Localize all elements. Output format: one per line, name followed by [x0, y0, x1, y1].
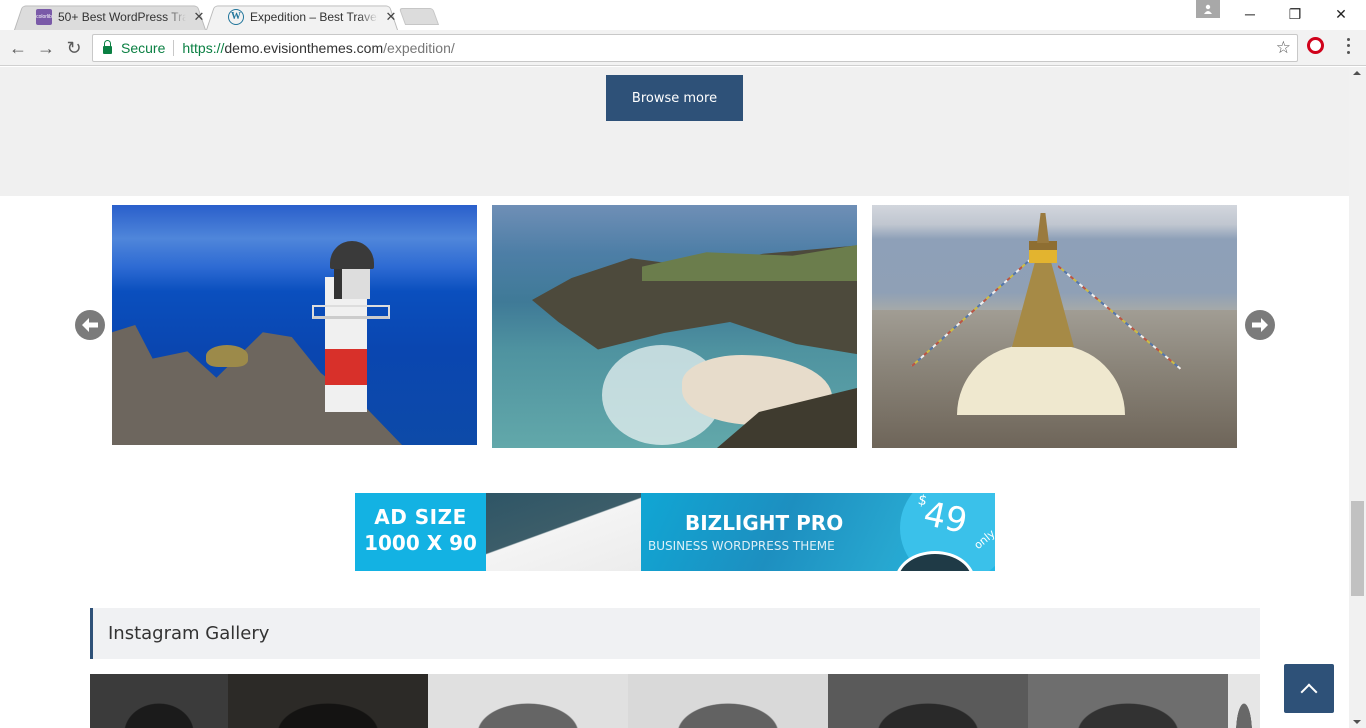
user-icon	[1204, 4, 1212, 14]
tab-expedition[interactable]: W Expedition – Best Travel & ✕	[206, 3, 398, 31]
arrow-left-icon	[82, 318, 98, 332]
url-host: demo.evisionthemes.com	[224, 40, 384, 56]
tab-colorlib[interactable]: colorlib 50+ Best WordPress Travel ✕	[14, 3, 206, 31]
ad-subtitle: BUSINESS WORDPRESS THEME	[648, 539, 835, 553]
lock-icon	[103, 40, 112, 54]
browse-section: Browse more	[0, 67, 1349, 196]
carousel-prev-button[interactable]	[75, 310, 105, 340]
carousel-next-button[interactable]	[1245, 310, 1275, 340]
reload-button[interactable]: ↻	[62, 36, 86, 60]
page-scrollbar[interactable]	[1349, 67, 1366, 728]
ad-price-value: 49	[920, 493, 971, 542]
page-viewport: Browse more AD SIZE 1000 X 90 BIZLIGHT P…	[0, 67, 1349, 728]
ad-size-line1: AD SIZE	[374, 505, 467, 529]
opera-extension-icon[interactable]	[1307, 37, 1324, 54]
image-carousel	[0, 196, 1349, 466]
instagram-gallery	[90, 674, 1260, 728]
scroll-up-arrow[interactable]	[1353, 71, 1361, 75]
instagram-photo[interactable]	[90, 674, 228, 728]
wordpress-icon: W	[228, 8, 244, 25]
restore-button[interactable]: ❐	[1272, 0, 1318, 28]
close-tab-icon[interactable]: ✕	[192, 9, 206, 25]
ad-size-line2: 1000 X 90	[364, 531, 477, 555]
secure-label: Secure	[121, 40, 166, 56]
scroll-down-arrow[interactable]	[1353, 720, 1361, 724]
close-tab-icon[interactable]: ✕	[384, 9, 398, 25]
coastal-cliff-photo[interactable]	[492, 205, 857, 448]
new-tab-button[interactable]	[398, 8, 440, 25]
browser-menu-icon[interactable]	[1340, 36, 1356, 56]
chevron-up-icon	[1300, 683, 1318, 700]
colorlib-icon: colorlib	[36, 8, 52, 25]
instagram-photo[interactable]	[1228, 674, 1260, 728]
instagram-photo[interactable]	[1028, 674, 1228, 728]
scroll-to-top-button[interactable]	[1284, 664, 1334, 713]
ad-screenshot	[486, 493, 641, 571]
address-bar[interactable]: Secure https://demo.evisionthemes.com/ex…	[92, 34, 1298, 62]
stupa-photo[interactable]	[872, 205, 1237, 448]
lighthouse-photo[interactable]	[112, 205, 477, 445]
instagram-photo[interactable]	[628, 674, 828, 728]
tab-title: Expedition – Best Travel &	[250, 9, 378, 24]
tab-title: 50+ Best WordPress Travel	[58, 9, 186, 24]
back-button[interactable]: ←	[6, 36, 30, 60]
divider	[173, 40, 175, 56]
browser-titlebar: colorlib 50+ Best WordPress Travel ✕ W E…	[0, 0, 1366, 31]
bookmark-star-icon[interactable]: ☆	[1276, 38, 1291, 58]
profile-button[interactable]	[1196, 0, 1220, 18]
ad-size-block: AD SIZE 1000 X 90	[355, 493, 486, 571]
scroll-thumb[interactable]	[1351, 501, 1364, 596]
forward-button[interactable]: →	[34, 36, 58, 60]
browser-toolbar: ← → ↻ Secure https://demo.evisionthemes.…	[0, 30, 1366, 66]
ad-banner[interactable]: AD SIZE 1000 X 90 BIZLIGHT PRO BUSINESS …	[355, 493, 995, 571]
instagram-photo[interactable]	[828, 674, 1028, 728]
url-text: https://demo.evisionthemes.com	[182, 40, 383, 56]
ad-title: BIZLIGHT PRO	[685, 511, 844, 535]
section-title: Instagram Gallery	[108, 623, 270, 644]
url-scheme: https://	[182, 40, 225, 56]
arrow-right-icon	[1252, 318, 1268, 332]
instagram-photo[interactable]	[228, 674, 428, 728]
browse-more-button[interactable]: Browse more	[606, 75, 743, 121]
url-path: /expedition/	[383, 40, 455, 56]
instagram-gallery-header: Instagram Gallery	[90, 608, 1260, 659]
minimize-button[interactable]: ─	[1227, 0, 1273, 28]
close-window-button[interactable]: ✕	[1318, 0, 1364, 28]
instagram-photo[interactable]	[428, 674, 628, 728]
